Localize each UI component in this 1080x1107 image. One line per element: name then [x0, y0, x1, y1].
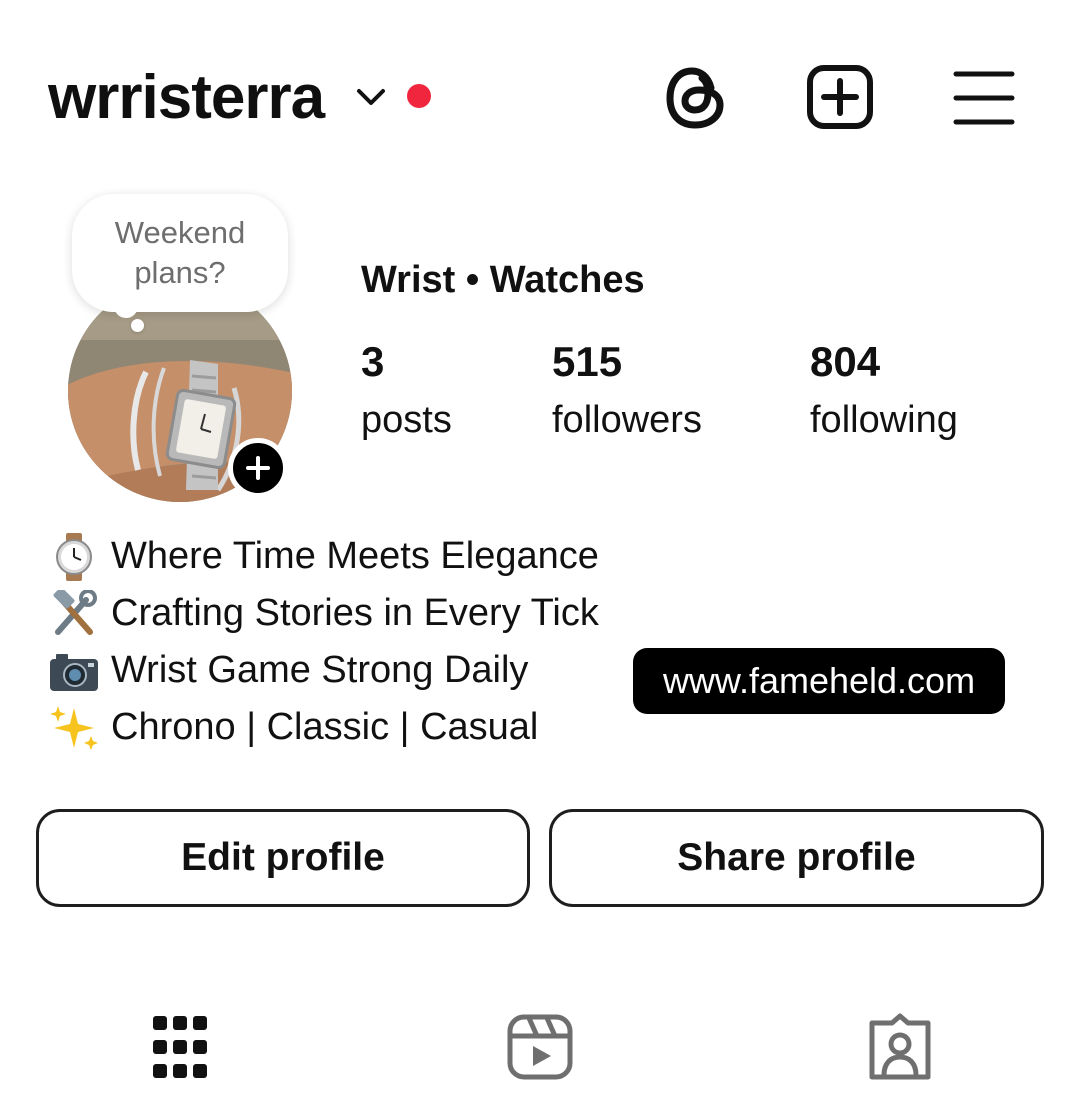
following-label: following [810, 399, 958, 441]
posts-count: 3 [361, 338, 385, 385]
bio-text: Where Time Meets Elegance [111, 535, 599, 577]
watch-icon [48, 532, 100, 581]
following-count: 804 [810, 338, 881, 385]
hammer-wrench-icon [48, 589, 100, 638]
bio-line: Crafting Stories in Every Tick [48, 585, 599, 642]
profile-bio: Where Time Meets Elegance Crafting Stori… [48, 528, 599, 756]
bio-line: Chrono | Classic | Casual [48, 699, 599, 756]
bio-text: Wrist Game Strong Daily [111, 649, 529, 691]
share-profile-button[interactable]: Share profile [549, 809, 1044, 907]
website-link-tag: www.fameheld.com [633, 648, 1005, 714]
tab-posts-grid[interactable] [150, 1012, 210, 1082]
grid-icon [153, 1016, 207, 1078]
camera-icon [48, 647, 100, 695]
tagged-icon [869, 1013, 931, 1080]
posts-stat[interactable]: 3 posts [361, 336, 452, 444]
add-story-button[interactable] [228, 438, 288, 498]
profile-username[interactable]: wrristerra [48, 58, 325, 138]
bio-line: Where Time Meets Elegance [48, 528, 599, 585]
note-tail-dot [131, 319, 144, 332]
bio-text: Crafting Stories in Every Tick [111, 592, 599, 634]
bio-line: Wrist Game Strong Daily [48, 642, 599, 699]
profile-note[interactable]: Weekend plans? [72, 194, 288, 312]
menu-icon[interactable] [953, 69, 1015, 127]
sparkles-icon [48, 704, 100, 752]
bio-text: Chrono | Classic | Casual [111, 706, 539, 748]
tab-tagged[interactable] [864, 1012, 936, 1082]
notification-dot [407, 84, 431, 108]
create-post-icon[interactable] [806, 64, 874, 130]
display-name: Wrist • Watches [361, 259, 645, 301]
chevron-down-icon[interactable] [354, 84, 388, 110]
plus-icon [246, 456, 270, 480]
followers-label: followers [552, 399, 702, 441]
edit-profile-button[interactable]: Edit profile [36, 809, 530, 907]
followers-stat[interactable]: 515 followers [552, 336, 702, 444]
posts-label: posts [361, 399, 452, 441]
threads-icon[interactable] [664, 64, 728, 132]
following-stat[interactable]: 804 following [810, 336, 958, 444]
note-text: Weekend plans? [114, 215, 246, 290]
tab-reels[interactable] [505, 1012, 575, 1082]
reels-icon [507, 1014, 573, 1080]
followers-count: 515 [552, 338, 623, 385]
